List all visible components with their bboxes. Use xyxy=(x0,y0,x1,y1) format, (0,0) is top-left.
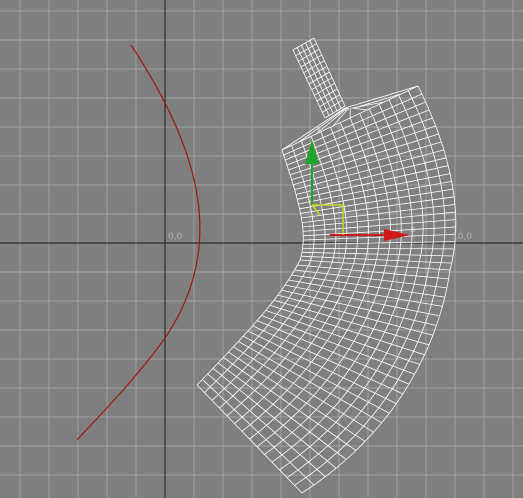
stem-line xyxy=(314,82,335,96)
mesh-cross-section-line xyxy=(217,362,347,460)
mesh-longitude-line xyxy=(279,99,424,471)
mesh-longitude-line xyxy=(301,85,457,494)
mesh-cross-section-line xyxy=(247,330,397,404)
mesh-cross-section-line xyxy=(252,325,404,395)
mesh-cross-section-line xyxy=(212,367,337,469)
mesh-cross-section-line xyxy=(298,173,451,205)
mesh-longitude-line xyxy=(294,90,446,486)
viewport-scene[interactable] xyxy=(0,0,523,498)
stem-line xyxy=(311,77,333,91)
stem-line xyxy=(303,60,325,74)
mesh-cross-section-line xyxy=(243,335,390,414)
mesh-cross-section-line xyxy=(281,289,437,326)
mesh-cross-section-line xyxy=(207,373,326,478)
mesh-cross-section-line xyxy=(273,299,430,346)
origin-label: 0,0 xyxy=(168,232,183,242)
stem-line xyxy=(308,71,330,85)
stem-line xyxy=(306,65,328,79)
mesh-cap-line xyxy=(351,107,368,111)
gizmo-x-label: x xyxy=(410,225,416,235)
mesh-cross-section-line xyxy=(302,247,455,250)
bent-tube-mesh[interactable] xyxy=(196,37,457,494)
mesh-cross-section-line xyxy=(284,284,440,317)
mesh-cross-section-line xyxy=(223,357,357,451)
viewport[interactable]: 0,0 10,0 x y xyxy=(0,0,523,498)
stem-line xyxy=(319,94,341,108)
gizmo-y-label: y xyxy=(316,124,322,134)
mesh-cross-section-line xyxy=(300,188,454,214)
stem-line xyxy=(298,48,320,62)
mesh-cross-section-line xyxy=(301,255,452,264)
mesh-cross-section-line xyxy=(285,101,426,161)
mesh-cross-section-line xyxy=(299,259,451,271)
stem-line xyxy=(316,88,338,102)
stem-line xyxy=(295,43,317,57)
stem-line xyxy=(300,54,322,68)
mesh-cross-section-line xyxy=(233,346,374,433)
mesh-cross-section-line xyxy=(202,379,315,486)
x-tick-label: 10,0 xyxy=(452,232,473,242)
